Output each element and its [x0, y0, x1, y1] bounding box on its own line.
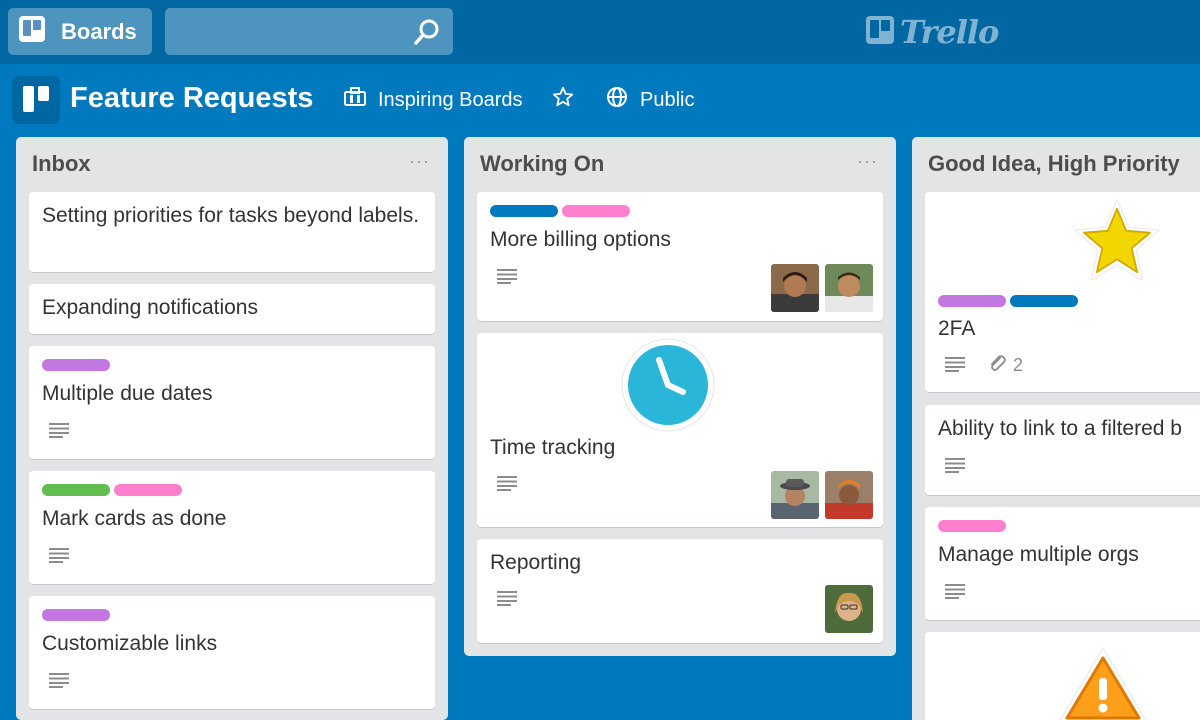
description-icon — [945, 457, 965, 473]
attachments-badge: 2 — [987, 353, 1023, 378]
card-title: Customizable links — [42, 632, 218, 655]
card-title: Setting priorities for tasks beyond labe… — [42, 204, 420, 227]
trello-logo-icon — [866, 15, 894, 49]
card-title: Mark cards as done — [42, 507, 227, 530]
avatar[interactable] — [771, 471, 819, 519]
trello-logo-text: Trello — [900, 13, 999, 51]
card[interactable]: Time tracking — [477, 333, 883, 527]
description-icon — [497, 268, 517, 284]
label-pink[interactable] — [938, 520, 1006, 532]
label-purple[interactable] — [42, 359, 110, 371]
description-icon — [497, 475, 517, 491]
card[interactable]: Setting priorities for tasks beyond labe… — [29, 192, 435, 272]
card[interactable]: Customizable links — [29, 596, 435, 709]
star-icon — [552, 86, 574, 114]
list-inbox: Inbox ··· Setting priorities for tasks b… — [16, 137, 448, 720]
label-purple[interactable] — [938, 295, 1006, 307]
description-icon — [49, 547, 69, 563]
card-title: Expanding notifications — [42, 296, 258, 319]
label-green[interactable] — [42, 484, 110, 496]
card-title: Time tracking — [490, 436, 616, 459]
clock-sticker[interactable] — [619, 336, 717, 439]
description-icon — [49, 422, 69, 438]
card-title: 2FA — [938, 317, 976, 340]
card-title: Reporting — [490, 551, 582, 574]
card[interactable]: Expanding notifications — [29, 284, 435, 334]
label-blue[interactable] — [1010, 295, 1078, 307]
card-title: Manage multiple orgs — [938, 543, 1139, 566]
top-bar: Boards Trello — [0, 0, 1200, 64]
team-icon — [344, 87, 366, 113]
card[interactable]: More billing options — [477, 192, 883, 321]
card[interactable]: Multiple due dates — [29, 346, 435, 459]
avatar[interactable] — [771, 264, 819, 312]
avatar[interactable] — [825, 585, 873, 633]
list-title[interactable]: Working On — [480, 151, 604, 177]
star-button[interactable] — [552, 86, 574, 114]
description-icon — [945, 583, 965, 599]
team-label: Inspiring Boards — [378, 88, 523, 111]
card-title: Ability to link to a filtered b — [938, 417, 1182, 440]
card-title: More billing options — [490, 228, 671, 251]
board-icon — [12, 76, 60, 124]
list-title[interactable]: Good Idea, High Priority — [928, 151, 1180, 177]
warning-sticker[interactable] — [1055, 644, 1151, 720]
avatar[interactable] — [825, 471, 873, 519]
search-box[interactable] — [165, 8, 453, 55]
search-icon[interactable] — [413, 18, 441, 51]
card[interactable]: Ability to link to a filtered b — [925, 405, 1200, 495]
label-blue[interactable] — [490, 205, 558, 217]
card[interactable]: 2FA 2 — [925, 192, 1200, 392]
visibility-label: Public — [640, 88, 695, 111]
label-pink[interactable] — [562, 205, 630, 217]
list-menu-button[interactable]: ··· — [857, 151, 878, 172]
search-input[interactable] — [165, 8, 453, 55]
card[interactable] — [925, 632, 1200, 720]
card-title: Multiple due dates — [42, 382, 213, 405]
avatar[interactable] — [825, 264, 873, 312]
card[interactable]: Reporting — [477, 539, 883, 643]
boards-button[interactable]: Boards — [8, 8, 152, 55]
team-button[interactable]: Inspiring Boards — [344, 86, 523, 114]
list-menu-button[interactable]: ··· — [409, 151, 430, 172]
list-title[interactable]: Inbox — [32, 151, 91, 177]
label-purple[interactable] — [42, 609, 110, 621]
boards-button-label: Boards — [61, 18, 137, 44]
description-icon — [497, 590, 517, 606]
trello-logo[interactable]: Trello — [866, 13, 999, 51]
card[interactable]: Mark cards as done — [29, 471, 435, 584]
globe-icon — [606, 86, 628, 114]
list-good-idea-high-priority: Good Idea, High Priority 2FA 2 Ability t… — [912, 137, 1200, 720]
description-icon — [945, 356, 965, 372]
boards-icon — [19, 15, 45, 48]
visibility-button[interactable]: Public — [606, 86, 694, 114]
board-title[interactable]: Feature Requests — [70, 82, 313, 115]
card[interactable]: Manage multiple orgs — [925, 507, 1200, 620]
attachments-count: 2 — [1013, 355, 1024, 375]
board-header: Feature Requests Inspiring Boards Public — [0, 64, 1200, 136]
star-sticker[interactable] — [1071, 196, 1163, 289]
paperclip-icon — [987, 353, 1007, 378]
label-pink[interactable] — [114, 484, 182, 496]
list-working-on: Working On ··· More billing options Time… — [464, 137, 896, 656]
description-icon — [49, 672, 69, 688]
